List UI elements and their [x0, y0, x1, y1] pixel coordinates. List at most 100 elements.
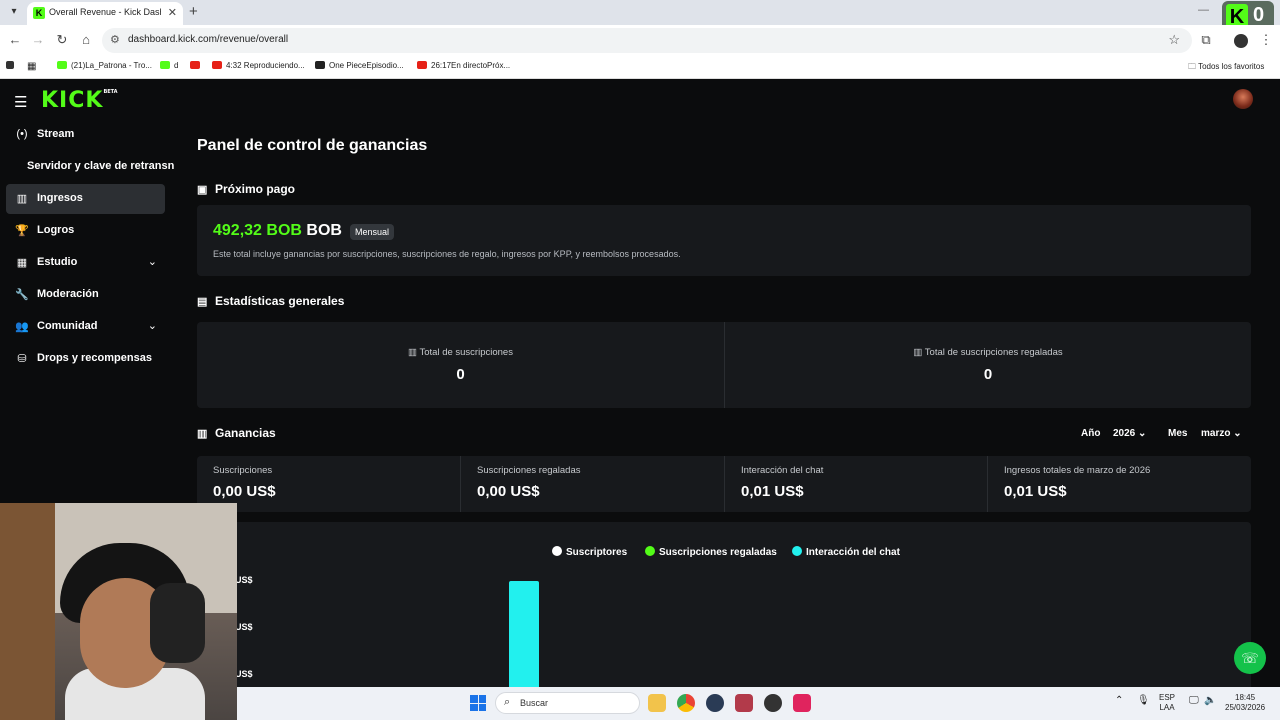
home-icon[interactable]: ⌂: [78, 32, 94, 47]
bookmark-favicon-icon: [57, 61, 67, 69]
chevron-down-icon: ⌄: [1138, 428, 1147, 439]
folder-icon: 🗀: [1188, 62, 1199, 71]
taskbar-search[interactable]: ⌕ Buscar: [495, 692, 640, 714]
youtube-icon: [212, 61, 222, 69]
sidebar-item-logros[interactable]: 🏆 Logros: [6, 216, 165, 246]
next-payment-amount: 492,32 BOB BOB: [213, 222, 342, 239]
studio-icon: ▦: [16, 257, 28, 269]
headphones-icon: [150, 583, 205, 663]
year-select[interactable]: 2026 ⌄: [1105, 424, 1154, 444]
bar-chart-icon: ▥: [197, 428, 208, 440]
tiktok-icon[interactable]: [793, 694, 811, 712]
sidebar-item-label: Moderación: [37, 288, 99, 300]
browser-tab[interactable]: K Overall Revenue - Kick Dashbo ✕: [27, 2, 183, 25]
language-indicator[interactable]: ESP LAA: [1159, 693, 1175, 713]
year-label: Año: [1081, 428, 1101, 439]
earnings-cell: Interacción del chat 0,01 US$: [724, 456, 987, 512]
chrome-icon[interactable]: [677, 694, 695, 712]
sidebar-item-moderacion[interactable]: 🔧 Moderación: [6, 280, 165, 310]
month-select[interactable]: marzo ⌄: [1193, 424, 1250, 444]
steam-icon[interactable]: [706, 694, 724, 712]
obs-app-icon[interactable]: [735, 694, 753, 712]
tab-title: Overall Revenue - Kick Dashbo: [49, 7, 161, 17]
reload-icon[interactable]: ↻: [54, 32, 70, 48]
bookmark-item[interactable]: [190, 61, 204, 70]
clock[interactable]: 18:45 25/03/2026: [1225, 693, 1265, 713]
address-bar[interactable]: ⚙ dashboard.kick.com/revenue/overall ☆: [102, 28, 1192, 53]
close-tab-icon[interactable]: ✕: [168, 6, 177, 19]
overlay-count: 0: [1253, 4, 1265, 26]
sidebar-item-ingresos[interactable]: ▥ Ingresos: [6, 184, 165, 214]
all-favorites[interactable]: 🗀 Todos los favoritos: [1188, 61, 1264, 75]
new-tab-button[interactable]: +: [189, 3, 198, 20]
stat-total-subs: ▥ Total de suscripciones 0: [197, 322, 724, 408]
site-info-icon[interactable]: ⚙: [110, 33, 120, 46]
sidebar-item-stream[interactable]: (•) Stream: [6, 120, 165, 150]
minimize-window-icon[interactable]: —: [1198, 4, 1209, 16]
volume-icon[interactable]: 🔈: [1204, 696, 1216, 706]
sidebar-item-label: Servidor y clave de retransn: [27, 160, 175, 172]
page-title: Panel de control de ganancias: [197, 137, 428, 154]
chevron-down-icon: ⌄: [1233, 428, 1242, 439]
chevron-down-icon[interactable]: ⌄: [148, 255, 157, 268]
obs-icon[interactable]: [764, 694, 782, 712]
earnings-label: Suscripciones regaladas: [477, 465, 581, 476]
chevron-down-icon[interactable]: ⌄: [148, 319, 157, 332]
bookmark-item[interactable]: One PieceEpisodio...: [315, 61, 404, 70]
network-icon[interactable]: 🖵: [1189, 696, 1199, 706]
sidebar-item-label: Stream: [37, 128, 75, 140]
sidebar-item-comunidad[interactable]: 👥 Comunidad ⌄: [6, 312, 165, 342]
bookmarks-square-icon[interactable]: [6, 61, 18, 70]
bookmark-item[interactable]: (21)La_Patrona - Tro...: [57, 61, 152, 70]
bookmark-favicon-icon: [315, 61, 325, 69]
sidebar-item-label: Logros: [37, 224, 75, 236]
windows-start-icon[interactable]: [470, 695, 486, 711]
bar-chart-icon: ▥: [16, 193, 28, 205]
bar-chart-icon: ▥: [913, 347, 925, 358]
apps-grid-icon[interactable]: ▦: [27, 61, 36, 72]
bookmark-item[interactable]: 26:17En directoPróx...: [417, 61, 510, 70]
next-payment-description: Este total incluye ganancias por suscrip…: [213, 249, 681, 259]
microphone-icon[interactable]: 🎙: [1137, 696, 1150, 706]
browser-toolbar: ← → ↻ ⌂ ⚙ dashboard.kick.com/revenue/ove…: [0, 25, 1280, 56]
sidebar-item-drops[interactable]: ⛁ Drops y recompensas: [6, 344, 165, 374]
trophy-icon: 🏆: [15, 225, 29, 237]
stat-total-gifted-subs: ▥ Total de suscripciones regaladas 0: [724, 322, 1251, 408]
stats-icon: ▤: [197, 296, 208, 308]
profile-icon[interactable]: [1234, 34, 1248, 48]
tab-list-chevron-icon[interactable]: ▾: [6, 4, 22, 20]
menu-kebab-icon[interactable]: ⋮: [1258, 32, 1274, 48]
back-arrow-icon[interactable]: ←: [7, 32, 23, 47]
general-stats-card: ▥ Total de suscripciones 0 ▥ Total de su…: [197, 322, 1251, 408]
earnings-label: Suscripciones: [213, 465, 273, 476]
forward-arrow-icon[interactable]: →: [30, 32, 46, 47]
bar-chart-icon: ▥: [408, 347, 420, 358]
hamburger-menu-icon[interactable]: ☰: [14, 93, 27, 111]
earnings-cell: Suscripciones regaladas 0,00 US$: [460, 456, 723, 512]
sidebar-item-label: Ingresos: [37, 192, 83, 204]
user-avatar[interactable]: [1233, 89, 1253, 109]
next-payment-card: 492,32 BOB BOB Mensual Este total incluy…: [197, 205, 1251, 276]
earnings-summary-card: Suscripciones 0,00 US$ Suscripciones reg…: [197, 456, 1251, 512]
extensions-icon[interactable]: ⧉: [1198, 32, 1214, 48]
file-explorer-icon[interactable]: [648, 694, 666, 712]
tray-chevron-icon[interactable]: ⌃: [1115, 696, 1123, 706]
kick-logo[interactable]: KICKBETA: [41, 88, 118, 113]
bookmark-star-icon[interactable]: ☆: [1168, 32, 1180, 48]
bookmark-item[interactable]: 4:32 Reproduciendo...: [212, 61, 305, 70]
section-title-general-stats: ▤ Estadísticas generales: [197, 294, 345, 308]
month-label: Mes: [1168, 428, 1188, 439]
url-text[interactable]: dashboard.kick.com/revenue/overall: [128, 34, 288, 45]
sidebar-item-stream-key[interactable]: Servidor y clave de retransn: [6, 152, 174, 182]
sidebar-item-estudio[interactable]: ▦ Estudio ⌄: [6, 248, 165, 278]
bookmark-item[interactable]: d: [160, 61, 178, 70]
bookmark-favicon-icon: [160, 61, 170, 69]
stat-value: 0: [983, 366, 993, 383]
support-chat-button[interactable]: ☏: [1234, 642, 1266, 674]
search-icon: ⌕: [504, 696, 511, 708]
webcam-overlay: [0, 503, 237, 720]
drops-icon: ⛁: [17, 353, 27, 365]
wallet-icon: ▣: [197, 184, 208, 196]
earnings-value: 0,00 US$: [213, 483, 276, 500]
section-title-next-payment: ▣ Próximo pago: [197, 182, 296, 196]
